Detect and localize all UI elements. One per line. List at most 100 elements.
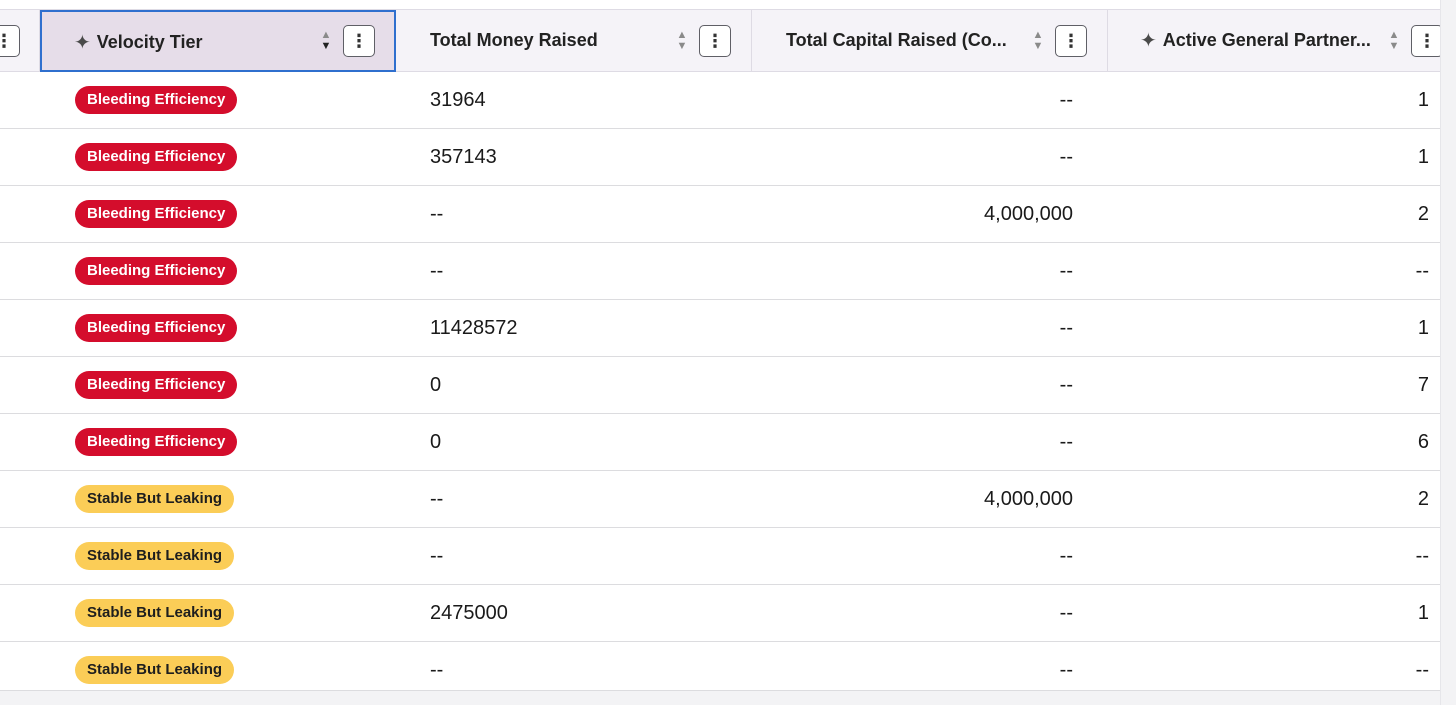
cell-value: 0: [430, 373, 442, 396]
cell-total-capital-raised[interactable]: 4,000,000: [752, 186, 1073, 242]
column-menu-button[interactable]: ⋮: [343, 25, 375, 57]
cell-total-money-raised[interactable]: --: [430, 186, 443, 242]
cell-velocity-tier[interactable]: Bleeding Efficiency: [75, 129, 238, 185]
cell-value: --: [1059, 601, 1073, 624]
column-header-total-capital-raised[interactable]: Total Capital Raised (Co... ▲ ▼ ⋮: [752, 10, 1108, 72]
more-vertical-icon: ⋮: [1418, 30, 1436, 51]
cell-total-money-raised[interactable]: 357143: [430, 129, 497, 185]
column-menu-button[interactable]: ⋮: [699, 25, 731, 57]
cell-value: --: [1059, 373, 1073, 396]
table-row[interactable]: Bleeding Efficiency 357143 -- 1: [0, 129, 1440, 186]
cell-active-general-partners[interactable]: 2: [1108, 186, 1429, 242]
cell-value: --: [1059, 88, 1073, 111]
sort-toggle[interactable]: ▲ ▼: [676, 29, 688, 53]
cell-value: --: [1415, 259, 1429, 282]
cell-value: 2: [1417, 487, 1429, 510]
cell-total-money-raised[interactable]: --: [430, 528, 443, 584]
cell-value: --: [430, 544, 444, 567]
cell-total-capital-raised[interactable]: --: [752, 357, 1073, 413]
table-row[interactable]: Stable But Leaking 2475000 -- 1: [0, 585, 1440, 642]
more-vertical-icon: ⋮: [350, 30, 368, 51]
horizontal-scrollbar-track[interactable]: [0, 690, 1440, 705]
cell-velocity-tier[interactable]: Bleeding Efficiency: [75, 243, 238, 299]
column-header-total-money-raised[interactable]: Total Money Raised ▲ ▼ ⋮: [396, 10, 752, 72]
cell-active-general-partners[interactable]: 1: [1108, 129, 1429, 185]
table-row[interactable]: Bleeding Efficiency 0 -- 7: [0, 357, 1440, 414]
cell-total-money-raised[interactable]: --: [430, 471, 443, 527]
grid-top-edge: [0, 0, 1440, 9]
more-vertical-icon: ⋮: [1062, 30, 1080, 51]
cell-value: --: [430, 487, 444, 510]
cell-active-general-partners[interactable]: 6: [1108, 414, 1429, 470]
cell-velocity-tier[interactable]: Bleeding Efficiency: [75, 72, 238, 128]
table-row[interactable]: Bleeding Efficiency -- 4,000,000 2: [0, 186, 1440, 243]
cell-value: --: [1059, 544, 1073, 567]
column-header-partial[interactable]: ⋮: [0, 10, 40, 72]
cell-active-general-partners[interactable]: 1: [1108, 300, 1429, 356]
column-header-velocity-tier[interactable]: ✦ Velocity Tier ▲ ▼ ⋮: [40, 10, 396, 72]
cell-value: --: [1059, 259, 1073, 282]
table-row[interactable]: Bleeding Efficiency 31964 -- 1: [0, 72, 1440, 129]
column-header-active-general-partners[interactable]: ✦ Active General Partner... ▲ ▼ ⋮: [1108, 10, 1440, 72]
cell-total-money-raised[interactable]: 11428572: [430, 300, 518, 356]
sort-down-icon: ▼: [1388, 40, 1400, 52]
cell-velocity-tier[interactable]: Bleeding Efficiency: [75, 186, 238, 242]
cell-value: 7: [1417, 373, 1429, 396]
tier-badge: Bleeding Efficiency: [75, 371, 238, 399]
cell-value: --: [1059, 316, 1073, 339]
cell-total-capital-raised[interactable]: --: [752, 585, 1073, 641]
cell-total-capital-raised[interactable]: --: [752, 414, 1073, 470]
table-row[interactable]: Stable But Leaking -- -- --: [0, 528, 1440, 585]
sort-toggle[interactable]: ▲ ▼: [1388, 29, 1400, 53]
tier-badge: Stable But Leaking: [75, 542, 235, 570]
sort-toggle[interactable]: ▲ ▼: [1032, 29, 1044, 53]
vertical-scrollbar-track[interactable]: [1440, 0, 1456, 705]
cell-total-money-raised[interactable]: 2475000: [430, 585, 508, 641]
cell-value: --: [1059, 430, 1073, 453]
column-menu-button[interactable]: ⋮: [1411, 25, 1440, 57]
cell-total-money-raised[interactable]: 0: [430, 414, 441, 470]
cell-total-money-raised[interactable]: 31964: [430, 72, 486, 128]
cell-value: 11428572: [430, 316, 518, 339]
table-row[interactable]: Bleeding Efficiency -- -- --: [0, 243, 1440, 300]
cell-total-capital-raised[interactable]: --: [752, 72, 1073, 128]
cell-total-capital-raised[interactable]: --: [752, 528, 1073, 584]
cell-value: 0: [430, 430, 442, 453]
cell-active-general-partners[interactable]: 2: [1108, 471, 1429, 527]
cell-value: --: [1415, 544, 1429, 567]
tier-badge: Bleeding Efficiency: [75, 314, 238, 342]
cell-active-general-partners[interactable]: --: [1108, 528, 1429, 584]
cell-value: --: [430, 259, 444, 282]
sort-toggle[interactable]: ▲ ▼: [320, 29, 332, 53]
more-vertical-icon: ⋮: [0, 30, 13, 51]
cell-active-general-partners[interactable]: 7: [1108, 357, 1429, 413]
cell-total-money-raised[interactable]: --: [430, 243, 443, 299]
tier-badge: Stable But Leaking: [75, 656, 235, 684]
cell-active-general-partners[interactable]: --: [1108, 243, 1429, 299]
table-row[interactable]: Bleeding Efficiency 0 -- 6: [0, 414, 1440, 471]
cell-active-general-partners[interactable]: 1: [1108, 72, 1429, 128]
cell-velocity-tier[interactable]: Bleeding Efficiency: [75, 414, 238, 470]
tier-badge: Bleeding Efficiency: [75, 257, 238, 285]
cell-velocity-tier[interactable]: Bleeding Efficiency: [75, 357, 238, 413]
cell-value: 1: [1417, 145, 1429, 168]
cell-total-capital-raised[interactable]: --: [752, 300, 1073, 356]
cell-velocity-tier[interactable]: Stable But Leaking: [75, 528, 235, 584]
table-row[interactable]: Stable But Leaking -- 4,000,000 2: [0, 471, 1440, 528]
cell-active-general-partners[interactable]: 1: [1108, 585, 1429, 641]
column-menu-button[interactable]: ⋮: [0, 25, 20, 57]
sort-down-icon: ▼: [320, 40, 332, 52]
cell-total-money-raised[interactable]: 0: [430, 357, 441, 413]
cell-value: 4,000,000: [984, 487, 1073, 510]
cell-total-capital-raised[interactable]: --: [752, 129, 1073, 185]
cell-value: 1: [1417, 88, 1429, 111]
cell-velocity-tier[interactable]: Stable But Leaking: [75, 471, 235, 527]
cell-total-capital-raised[interactable]: 4,000,000: [752, 471, 1073, 527]
table-row[interactable]: Bleeding Efficiency 11428572 -- 1: [0, 300, 1440, 357]
cell-velocity-tier[interactable]: Stable But Leaking: [75, 585, 235, 641]
cell-value: 4,000,000: [984, 202, 1073, 225]
column-menu-button[interactable]: ⋮: [1055, 25, 1087, 57]
cell-total-capital-raised[interactable]: --: [752, 243, 1073, 299]
cell-value: --: [1415, 658, 1429, 681]
cell-velocity-tier[interactable]: Bleeding Efficiency: [75, 300, 238, 356]
